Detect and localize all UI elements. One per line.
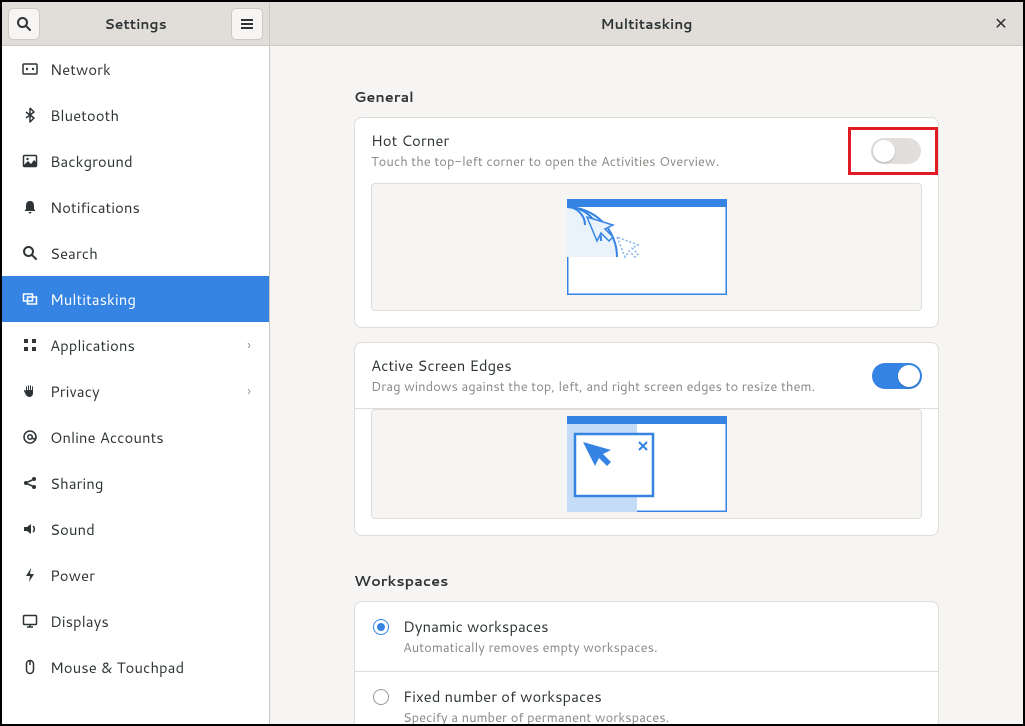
sidebar-item-applications[interactable]: Applications› xyxy=(2,322,269,368)
sidebar-item-label: Notifications xyxy=(50,197,251,218)
sidebar-item-label: Multitasking xyxy=(50,289,251,310)
hot-corner-title: Hot Corner xyxy=(371,130,832,151)
sidebar-item-power[interactable]: Power xyxy=(2,552,269,598)
hot-corner-row: Hot Corner Touch the top-left corner to … xyxy=(355,118,938,183)
sidebar-item-label: Search xyxy=(50,243,251,264)
sidebar-item-label: Mouse & Touchpad xyxy=(50,657,251,678)
fixed-workspaces-radio-row[interactable]: Fixed number of workspaces Specify a num… xyxy=(355,672,938,724)
bell-icon xyxy=(20,199,40,215)
sidebar-item-search[interactable]: Search xyxy=(2,230,269,276)
sidebar-item-label: Online Accounts xyxy=(50,427,251,448)
search-icon xyxy=(16,16,32,32)
hot-corner-highlight xyxy=(848,127,938,175)
hot-corner-desc: Touch the top-left corner to open the Ac… xyxy=(371,153,832,171)
hot-corner-card: Hot Corner Touch the top-left corner to … xyxy=(354,117,939,328)
sidebar-item-sharing[interactable]: Sharing xyxy=(2,460,269,506)
background-icon xyxy=(20,153,40,169)
sidebar-item-label: Network xyxy=(50,59,251,80)
section-title-general: General xyxy=(354,86,939,107)
fixed-workspaces-title: Fixed number of workspaces xyxy=(403,686,920,707)
sidebar-item-label: Sharing xyxy=(50,473,251,494)
close-button[interactable]: ✕ xyxy=(989,12,1013,36)
active-edges-desc: Drag windows against the top, left, and … xyxy=(371,378,872,396)
close-icon: ✕ xyxy=(994,12,1007,35)
sidebar[interactable]: Network Bluetooth Background Notifications S… xyxy=(2,46,270,724)
active-edges-switch[interactable] xyxy=(872,363,922,389)
sidebar-item-notifications[interactable]: Notifications xyxy=(2,184,269,230)
sidebar-item-displays[interactable]: Displays xyxy=(2,598,269,644)
hot-corner-switch[interactable] xyxy=(871,138,921,164)
chevron-right-icon: › xyxy=(247,335,251,355)
section-title-workspaces: Workspaces xyxy=(354,570,939,591)
sidebar-item-label: Bluetooth xyxy=(50,105,251,126)
search-icon xyxy=(20,245,40,261)
sidebar-item-label: Displays xyxy=(50,611,251,632)
sidebar-item-online-accounts[interactable]: Online Accounts xyxy=(2,414,269,460)
hamburger-icon xyxy=(239,16,255,32)
settings-window: Settings Multitasking ✕ Network Bluetooth… xyxy=(0,0,1025,726)
apps-icon xyxy=(20,337,40,353)
sidebar-title: Settings xyxy=(40,14,231,34)
dynamic-workspaces-radio-row[interactable]: Dynamic workspaces Automatically removes… xyxy=(355,602,938,672)
network-icon xyxy=(20,61,40,77)
mouse-icon xyxy=(20,659,40,675)
hand-icon xyxy=(20,383,40,399)
fixed-workspaces-radio[interactable] xyxy=(373,689,389,705)
power-icon xyxy=(20,567,40,583)
sidebar-item-background[interactable]: Background xyxy=(2,138,269,184)
hot-corner-illustration xyxy=(371,183,922,311)
sidebar-item-sound[interactable]: Sound xyxy=(2,506,269,552)
sidebar-item-network[interactable]: Network xyxy=(2,46,269,92)
multitask-icon xyxy=(20,291,40,307)
dynamic-workspaces-desc: Automatically removes empty workspaces. xyxy=(403,639,920,657)
dynamic-workspaces-title: Dynamic workspaces xyxy=(403,616,920,637)
titlebar-content-section: Multitasking ✕ xyxy=(270,2,1023,45)
fixed-workspaces-desc: Specify a number of permanent workspaces… xyxy=(403,709,920,724)
active-edges-title: Active Screen Edges xyxy=(371,355,872,376)
menu-button[interactable] xyxy=(231,8,263,40)
sidebar-item-label: Sound xyxy=(50,519,251,540)
sidebar-item-label: Power xyxy=(50,565,251,586)
bluetooth-icon xyxy=(20,107,40,123)
active-edges-row: Active Screen Edges Drag windows against… xyxy=(355,343,938,409)
titlebar: Settings Multitasking ✕ xyxy=(2,2,1023,46)
sidebar-item-label: Applications xyxy=(50,335,247,356)
active-edges-illustration xyxy=(371,409,922,519)
sidebar-item-mouse-touchpad[interactable]: Mouse & Touchpad xyxy=(2,644,269,690)
chevron-right-icon: › xyxy=(247,381,251,401)
display-icon xyxy=(20,613,40,629)
titlebar-sidebar-section: Settings xyxy=(2,2,270,45)
sidebar-item-privacy[interactable]: Privacy› xyxy=(2,368,269,414)
window-body: Network Bluetooth Background Notifications S… xyxy=(2,46,1023,724)
content-area[interactable]: General Hot Corner Touch the top-left co… xyxy=(270,46,1023,724)
active-edges-card: Active Screen Edges Drag windows against… xyxy=(354,342,939,536)
search-button[interactable] xyxy=(8,8,40,40)
share-icon xyxy=(20,475,40,491)
page-title: Multitasking xyxy=(601,14,693,34)
workspaces-card: Dynamic workspaces Automatically removes… xyxy=(354,601,939,724)
sound-icon xyxy=(20,521,40,537)
sidebar-item-label: Privacy xyxy=(50,381,247,402)
at-icon xyxy=(20,429,40,445)
dynamic-workspaces-radio[interactable] xyxy=(373,619,389,635)
sidebar-item-bluetooth[interactable]: Bluetooth xyxy=(2,92,269,138)
sidebar-item-label: Background xyxy=(50,151,251,172)
sidebar-item-multitasking[interactable]: Multitasking xyxy=(2,276,269,322)
